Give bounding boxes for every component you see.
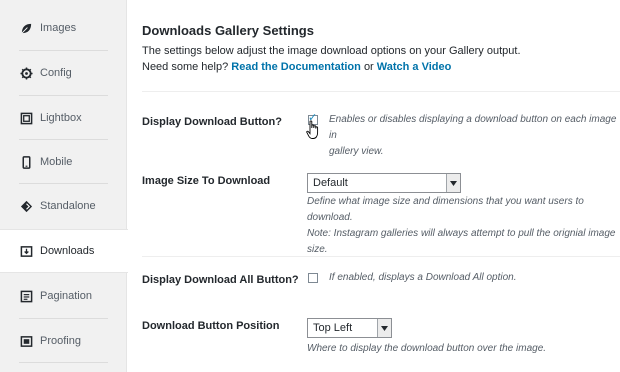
sidebar-item-lightbox[interactable]: Lightbox [0, 96, 127, 140]
pagination-icon [19, 289, 33, 303]
select-value: Default [313, 177, 348, 189]
download-position-select[interactable]: Top Left [307, 318, 392, 338]
sidebar-item-label: Config [40, 67, 72, 79]
sidebar-item-downloads[interactable]: Downloads [0, 229, 128, 273]
settings-page: Images Config Lightbox Mobile Standalone… [0, 0, 620, 372]
display-download-all-label: Display Download All Button? [142, 274, 299, 286]
display-download-button-label: Display Download Button? [142, 116, 282, 128]
image-size-select[interactable]: Default [307, 173, 461, 193]
page-title: Downloads Gallery Settings [142, 23, 314, 38]
gear-icon [19, 66, 33, 80]
hand-cursor-icon [306, 120, 319, 139]
display-download-all-help: If enabled, displays a Download All opti… [329, 272, 517, 283]
section-divider [142, 91, 620, 92]
standalone-icon [19, 199, 33, 213]
chevron-down-icon [377, 319, 391, 337]
sidebar-item-label: Pagination [40, 290, 92, 302]
settings-sidebar: Images Config Lightbox Mobile Standalone… [0, 0, 128, 372]
sidebar-item-images[interactable]: Images [0, 6, 127, 50]
sidebar-item-label: Lightbox [40, 112, 82, 124]
image-size-label: Image Size To Download [142, 175, 271, 187]
help-text: Enables or disables displaying a downloa… [329, 114, 617, 141]
sidebar-divider [19, 362, 108, 363]
sidebar-item-label: Proofing [40, 335, 81, 347]
sidebar-item-label: Images [40, 22, 77, 34]
sidebar-item-standalone[interactable]: Standalone [0, 184, 127, 228]
sidebar-item-pagination[interactable]: Pagination [0, 274, 127, 318]
image-size-help: Define what image size and dimensions th… [307, 194, 620, 258]
sidebar-item-proofing[interactable]: Proofing [0, 319, 127, 363]
sidebar-item-config[interactable]: Config [0, 51, 127, 95]
help-text: Note: Instagram galleries will always at… [307, 228, 616, 239]
display-download-all-checkbox[interactable] [308, 273, 318, 283]
help-text: gallery view. [329, 146, 384, 157]
chevron-down-icon [446, 174, 460, 192]
documentation-link[interactable]: Read the Documentation [231, 61, 361, 73]
sidebar-item-mobile[interactable]: Mobile [0, 140, 127, 184]
sidebar-item-label: Downloads [40, 245, 95, 257]
settings-description: The settings below adjust the image down… [142, 45, 521, 57]
sidebar-item-label: Standalone [40, 200, 96, 212]
mobile-icon [19, 155, 33, 169]
leaf-icon [19, 21, 33, 35]
proofing-icon [19, 334, 33, 348]
sidebar-item-label: Mobile [40, 156, 73, 168]
select-value: Top Left [313, 322, 353, 334]
section-divider [142, 256, 620, 257]
download-icon [19, 244, 33, 258]
display-download-button-help: Enables or disables displaying a downloa… [329, 112, 620, 160]
or-text: or [363, 61, 374, 73]
help-text: Define what image size and dimensions th… [307, 196, 584, 223]
help-prefix: Need some help? [142, 61, 229, 73]
help-line: Need some help? Read the Documentation o… [142, 61, 451, 73]
settings-content: Downloads Gallery Settings The settings … [142, 0, 620, 372]
lightbox-icon [19, 111, 33, 125]
download-position-label: Download Button Position [142, 320, 280, 332]
download-position-help: Where to display the download button ove… [307, 343, 547, 354]
video-link[interactable]: Watch a Video [377, 61, 452, 73]
